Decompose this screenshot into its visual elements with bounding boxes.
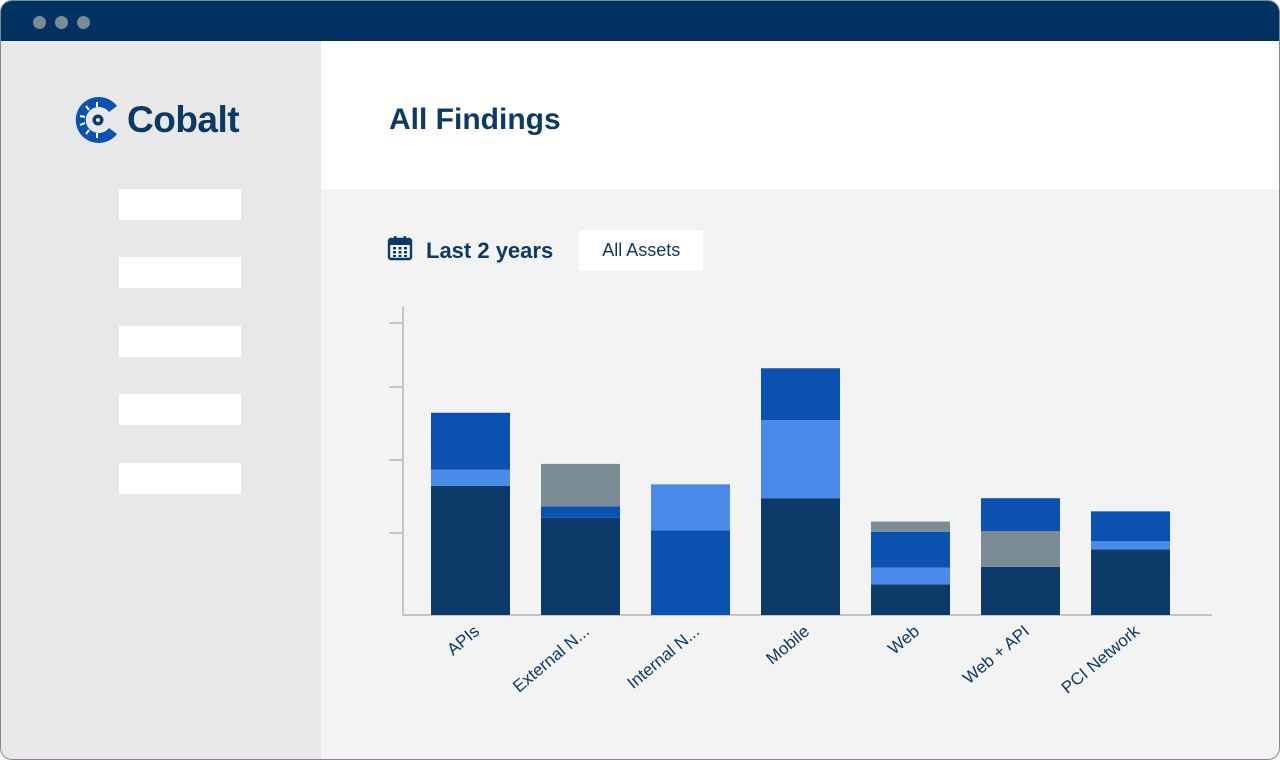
bar-segment[interactable] bbox=[1091, 511, 1170, 542]
x-tick-label: External N... bbox=[509, 622, 593, 697]
bar-segment[interactable] bbox=[981, 566, 1060, 615]
x-tick-label: Internal N... bbox=[624, 622, 704, 693]
bar-segment[interactable] bbox=[541, 517, 620, 615]
bar-segment[interactable] bbox=[651, 530, 730, 615]
bar-segment[interactable] bbox=[871, 521, 950, 532]
bar-segment[interactable] bbox=[761, 498, 840, 615]
x-tick-label: Web + API bbox=[959, 622, 1033, 688]
bar-segment[interactable] bbox=[981, 498, 1060, 532]
bar-segment[interactable] bbox=[541, 506, 620, 518]
bar-segment[interactable] bbox=[1091, 549, 1170, 615]
bar-segment[interactable] bbox=[981, 531, 1060, 567]
x-tick-label: Web bbox=[884, 622, 923, 659]
x-tick-label: APIs bbox=[443, 622, 483, 660]
bar-segment[interactable] bbox=[541, 463, 620, 507]
app-window: Cobalt All Findings Last 2 years All Ass… bbox=[0, 0, 1280, 760]
x-tick-label: PCI Network bbox=[1058, 621, 1144, 697]
bar-segment[interactable] bbox=[431, 485, 510, 615]
bar-segment[interactable] bbox=[761, 368, 840, 421]
findings-bar-chart: APIs External N... Internal N... Mobile Web W… bbox=[389, 307, 1212, 697]
bar-segment[interactable] bbox=[871, 531, 950, 568]
bar-segment[interactable] bbox=[761, 420, 840, 499]
bar-segment[interactable] bbox=[431, 412, 510, 470]
bar-segment[interactable] bbox=[871, 584, 950, 615]
bar-segment[interactable] bbox=[1091, 541, 1170, 550]
bar-segment[interactable] bbox=[651, 484, 730, 531]
x-tick-label: Mobile bbox=[762, 622, 813, 669]
bar-segment[interactable] bbox=[431, 469, 510, 486]
bar-segment[interactable] bbox=[871, 567, 950, 585]
